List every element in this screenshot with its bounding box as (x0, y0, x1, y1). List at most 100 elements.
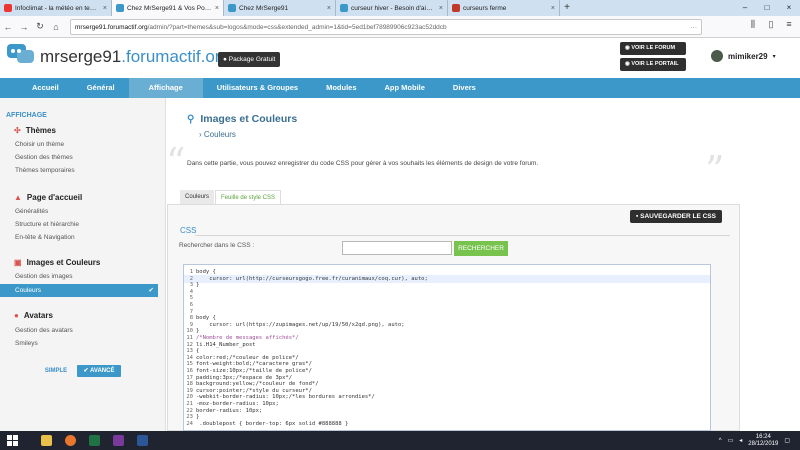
minimize-icon[interactable]: – (734, 0, 756, 16)
sidebar-section-images-couleurs: ▣ Images et Couleurs (14, 258, 101, 267)
sidebar-item-smileys[interactable]: Smileys (15, 340, 38, 347)
user-menu[interactable]: mimiker29 ▾ (711, 50, 776, 62)
start-button[interactable] (0, 431, 24, 450)
chevron-down-icon: ▾ (772, 53, 776, 60)
tab-couleurs[interactable]: Couleurs (180, 190, 215, 204)
window-controls: – □ × (734, 0, 800, 16)
sidebar-item-themes-temporaires[interactable]: Thèmes temporaires (15, 167, 75, 174)
taskbar-onenote[interactable] (106, 431, 130, 450)
page-actions-icon[interactable]: ··· (691, 24, 698, 31)
system-tray: ^ ▭ ◂ 16:24 28/12/2019 ▢ (719, 431, 800, 450)
taskbar-firefox[interactable] (58, 431, 82, 450)
menu-item-affichage[interactable]: Affichage (128, 78, 203, 98)
close-window-icon[interactable]: × (778, 0, 800, 16)
close-tab-icon[interactable]: × (327, 5, 331, 12)
back-icon[interactable]: ← (0, 22, 16, 32)
network-icon[interactable]: ▭ (728, 437, 734, 444)
menu-item-accueil[interactable]: Accueil (18, 78, 73, 98)
breadcrumb[interactable]: › Couleurs (199, 130, 236, 139)
notifications-icon[interactable]: ▢ (784, 437, 790, 444)
page-description: Dans cette partie, vous pouvez enregistr… (187, 160, 539, 167)
os-taskbar: ^ ▭ ◂ 16:24 28/12/2019 ▢ (0, 431, 800, 450)
browser-tab[interactable]: Chez MrSerge91 × (224, 0, 336, 16)
sidebar-item-gestion-images[interactable]: Gestion des images (15, 273, 72, 280)
package-badge[interactable]: ● Package Gratuit (218, 52, 281, 67)
sidebar-item-gestion-themes[interactable]: Gestion des thèmes (15, 154, 73, 161)
taskbar-word[interactable] (130, 431, 154, 450)
address-bar[interactable]: mrserge91.forumactif.org/admin/?part=the… (70, 19, 702, 35)
close-tab-icon[interactable]: × (551, 5, 555, 12)
browser-tab-active[interactable]: Chez MrSerge91 & Vos Poules × (112, 0, 224, 16)
library-icon[interactable]: ⫼ (746, 19, 760, 30)
clock[interactable]: 16:24 28/12/2019 (748, 434, 778, 448)
menu-item-general[interactable]: Général (73, 78, 129, 98)
sidebar-item-couleurs[interactable]: Couleurs ✔ (0, 284, 158, 297)
css-code-editor[interactable]: 1 body {2 cursor: url(http://curseursgogo… (183, 264, 711, 431)
search-button[interactable]: RECHERCHER (454, 241, 508, 256)
sidebar-item-gestion-avatars[interactable]: Gestion des avatars (15, 327, 73, 334)
home-icon: ▲ (14, 193, 22, 202)
sidebar-section-themes: ✣ Thèmes (14, 126, 56, 135)
volume-icon[interactable]: ◂ (739, 437, 742, 444)
sidebar-item-entete[interactable]: En-tête & Navigation (15, 234, 75, 241)
sidebar-item-generalites[interactable]: Généralités (15, 208, 48, 215)
pin-icon: ⚲ (187, 113, 195, 125)
code-line[interactable]: 24 .doublepost { border-top: 6px solid #… (184, 420, 710, 428)
menu-item-utilisateurs[interactable]: Utilisateurs & Groupes (203, 78, 312, 98)
mode-simple-button[interactable]: SIMPLE (38, 365, 74, 377)
search-label: Rechercher dans le CSS : (179, 242, 255, 249)
word-icon (136, 435, 148, 446)
sidebar-icon[interactable]: ▯ (764, 19, 778, 30)
reload-icon[interactable]: ↻ (32, 21, 48, 32)
favicon-icon (340, 4, 348, 12)
close-tab-icon[interactable]: × (103, 5, 107, 12)
page-title: ⚲ Images et Couleurs (187, 113, 298, 125)
chevron-up-icon[interactable]: ^ (719, 438, 722, 444)
taskbar-spacer (24, 431, 34, 450)
site-header: mrserge91.forumactif.org ● Package Gratu… (0, 38, 800, 78)
css-search-input[interactable] (342, 241, 452, 255)
favicon-icon (228, 4, 236, 12)
main-menu: Accueil Général Affichage Utilisateurs &… (0, 78, 800, 98)
line-number: 24 (186, 420, 193, 427)
browser-tab-strip: Infoclimat - la météo en temps × Chez MrS… (0, 0, 800, 16)
onenote-icon (112, 435, 124, 446)
code-text: .doublepost { border-top: 6px solid #888… (196, 420, 349, 427)
favicon-icon (116, 4, 124, 12)
taskbar-excel[interactable] (82, 431, 106, 450)
sidebar-item-structure[interactable]: Structure et hiérarchie (15, 221, 79, 228)
browser-tab[interactable]: Infoclimat - la météo en temps × (0, 0, 112, 16)
tab-feuille-css[interactable]: Feuille de style CSS (215, 190, 282, 204)
excel-icon (88, 435, 100, 446)
taskbar-explorer[interactable] (34, 431, 58, 450)
forward-icon[interactable]: → (16, 22, 32, 32)
menu-icon[interactable]: ≡ (782, 19, 796, 30)
divider (195, 235, 730, 236)
favicon-icon (4, 4, 12, 12)
folder-icon (40, 435, 52, 446)
view-forum-button[interactable]: ◉ VOIR LE FORUM (620, 42, 686, 55)
close-tab-icon[interactable]: × (439, 5, 443, 12)
avatar (711, 50, 723, 62)
home-icon[interactable]: ⌂ (48, 22, 64, 32)
view-portal-button[interactable]: ◉ VOIR LE PORTAIL (620, 58, 686, 71)
maximize-icon[interactable]: □ (756, 0, 778, 16)
palette-icon: ✣ (14, 126, 21, 135)
browser-tab[interactable]: curseurs ferme × (448, 0, 560, 16)
menu-item-divers[interactable]: Divers (439, 78, 490, 98)
css-section-label: CSS (180, 226, 197, 235)
save-css-button[interactable]: ▪ SAUVEGARDER LE CSS (630, 210, 722, 223)
site-brand[interactable]: mrserge91.forumactif.org (40, 47, 230, 67)
new-tab-button[interactable]: + (560, 0, 574, 16)
favicon-icon (452, 4, 460, 12)
browser-tab[interactable]: curseur hiver - Besoin d'aide p × (336, 0, 448, 16)
menu-item-app-mobile[interactable]: App Mobile (371, 78, 439, 98)
mode-advanced-button[interactable]: ✔ AVANCÉ (77, 365, 121, 377)
browser-navbar: ← → ↻ ⌂ mrserge91.forumactif.org/admin/?… (0, 16, 800, 38)
forum-logo-icon (7, 44, 34, 63)
sidebar-section-avatars: ● Avatars (14, 311, 53, 320)
check-icon: ✔ (148, 287, 154, 294)
sidebar-item-choisir-theme[interactable]: Choisir un thème (15, 141, 64, 148)
close-tab-icon[interactable]: × (215, 5, 219, 12)
menu-item-modules[interactable]: Modules (312, 78, 370, 98)
